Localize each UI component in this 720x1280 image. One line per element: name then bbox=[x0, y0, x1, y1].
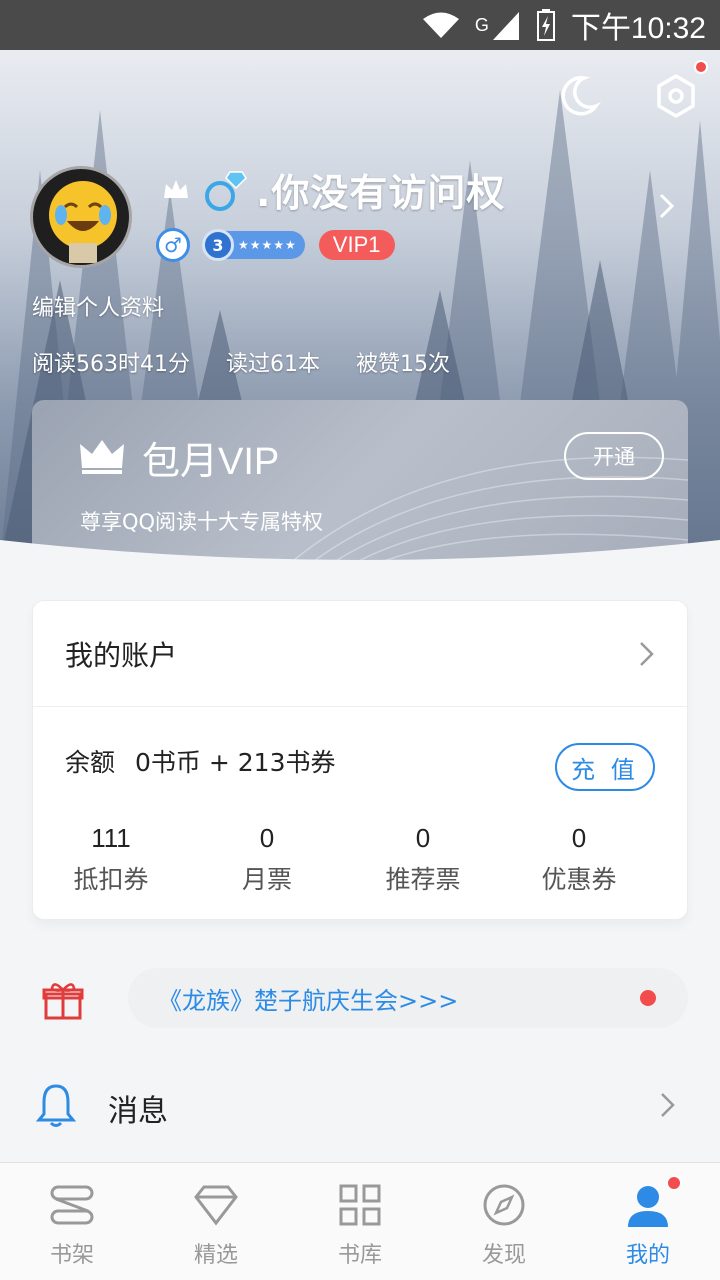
vip-level-badge[interactable]: VIP1 bbox=[318, 230, 395, 260]
deduction-voucher-stat[interactable]: 111 抵扣券 bbox=[33, 823, 189, 896]
ticket-value: 0 bbox=[571, 823, 587, 853]
bell-icon bbox=[36, 1084, 76, 1127]
vip-subtitle: 尊享QQ阅读十大专属特权 bbox=[80, 510, 324, 534]
battery-icon bbox=[536, 9, 555, 41]
likes-stat[interactable]: 被赞15次 bbox=[356, 346, 450, 378]
compass-icon bbox=[483, 1184, 525, 1226]
gift-icon bbox=[42, 983, 84, 1020]
diamond-ring-icon bbox=[205, 170, 247, 211]
recharge-button[interactable]: 充 值 bbox=[555, 743, 655, 791]
network-type: G bbox=[474, 14, 489, 35]
tab-mine[interactable]: 我的 bbox=[576, 1163, 720, 1280]
ticket-label: 月票 bbox=[241, 865, 292, 894]
level-stars-icon: ★★★★★ bbox=[238, 238, 297, 252]
edit-profile-link[interactable]: 编辑个人资料 bbox=[32, 290, 164, 322]
ticket-stats: 111 抵扣券 0 月票 0 推荐票 0 优惠券 bbox=[33, 823, 689, 896]
recommend-ticket-stat[interactable]: 0 推荐票 bbox=[345, 823, 501, 896]
tab-library[interactable]: 书库 bbox=[288, 1163, 432, 1280]
promo-banner[interactable]: 《龙族》楚子航庆生会>>> bbox=[128, 968, 688, 1028]
status-time: 下午10:32 bbox=[570, 12, 706, 45]
tab-label: 书架 bbox=[49, 1243, 94, 1268]
vip-card[interactable]: 包月VIP 尊享QQ阅读十大专属特权 开通 bbox=[32, 400, 688, 560]
vip-crown-icon bbox=[80, 440, 124, 474]
nickname[interactable]: .你没有访问权 bbox=[256, 162, 505, 217]
crown-icon bbox=[164, 179, 188, 198]
ticket-value: 111 bbox=[91, 823, 131, 853]
settings-button[interactable] bbox=[652, 60, 708, 120]
vip-title: 包月VIP bbox=[142, 441, 280, 483]
promo-notification-dot bbox=[640, 990, 656, 1006]
level-badge[interactable]: 3 ★★★★★ bbox=[202, 229, 305, 261]
grid-icon bbox=[339, 1184, 381, 1226]
tab-label: 精选 bbox=[193, 1243, 238, 1268]
tab-bookshelf[interactable]: 书架 bbox=[0, 1163, 144, 1280]
balance-value: 0书币 + 213书券 bbox=[135, 748, 336, 777]
balance-label: 余额 bbox=[65, 748, 116, 777]
profile-header: .你没有访问权 ♂ 3 ★★★★★ VIP1 编辑个人资料 阅读563时41分 … bbox=[0, 50, 720, 560]
status-bar: G 下午10:32 bbox=[0, 0, 720, 50]
promo-text: 《龙族》楚子航庆生会>>> bbox=[158, 986, 459, 1015]
signal-icon bbox=[492, 12, 519, 40]
books-read-stat[interactable]: 读过61本 bbox=[226, 346, 320, 378]
tab-label: 书库 bbox=[337, 1243, 382, 1268]
diamond-icon bbox=[194, 1185, 238, 1226]
wifi-icon bbox=[422, 12, 459, 38]
tab-featured[interactable]: 精选 bbox=[144, 1163, 288, 1280]
tab-discover[interactable]: 发现 bbox=[432, 1163, 576, 1280]
coupon-stat[interactable]: 0 优惠券 bbox=[501, 823, 657, 896]
messages-chevron-icon bbox=[661, 1093, 675, 1117]
account-header-row[interactable]: 我的账户 bbox=[33, 601, 687, 707]
tab-notification-dot bbox=[666, 1175, 682, 1191]
male-gender-icon: ♂ bbox=[156, 228, 190, 262]
night-mode-button[interactable] bbox=[554, 72, 602, 120]
messages-row[interactable]: 消息 bbox=[0, 1066, 720, 1152]
account-chevron-icon bbox=[640, 641, 654, 666]
tab-label: 我的 bbox=[625, 1243, 670, 1268]
balance-row: 余额 0书币 + 213书券 bbox=[65, 743, 335, 779]
tab-label: 发现 bbox=[481, 1243, 526, 1268]
monthly-ticket-stat[interactable]: 0 月票 bbox=[189, 823, 345, 896]
header-curve-divider bbox=[0, 540, 720, 580]
gear-icon bbox=[657, 73, 695, 119]
vip-card-wave-pattern bbox=[292, 456, 688, 560]
ticket-label: 推荐票 bbox=[385, 865, 461, 894]
person-icon bbox=[628, 1186, 668, 1227]
messages-label: 消息 bbox=[108, 1094, 168, 1129]
level-number: 3 bbox=[202, 229, 234, 261]
moon-icon bbox=[561, 76, 601, 116]
ticket-label: 抵扣券 bbox=[73, 865, 149, 894]
ticket-value: 0 bbox=[259, 823, 275, 853]
bottom-tab-bar: 书架 精选 书库 发现 我的 bbox=[0, 1162, 720, 1280]
reading-time-stat[interactable]: 阅读563时41分 bbox=[32, 346, 190, 378]
account-title: 我的账户 bbox=[65, 638, 178, 672]
ticket-label: 优惠券 bbox=[541, 865, 617, 894]
account-card: 我的账户 余额 0书币 + 213书券 充 值 111 抵扣券 0 月票 0 推… bbox=[32, 600, 688, 920]
reading-stats: 阅读563时41分 读过61本 被赞15次 bbox=[32, 346, 450, 378]
profile-chevron-icon[interactable] bbox=[658, 192, 676, 220]
ticket-value: 0 bbox=[415, 823, 431, 853]
vip-open-button[interactable]: 开通 bbox=[564, 432, 664, 480]
settings-notification-dot bbox=[694, 60, 708, 74]
bookshelf-icon bbox=[50, 1185, 94, 1225]
avatar[interactable] bbox=[30, 166, 132, 268]
